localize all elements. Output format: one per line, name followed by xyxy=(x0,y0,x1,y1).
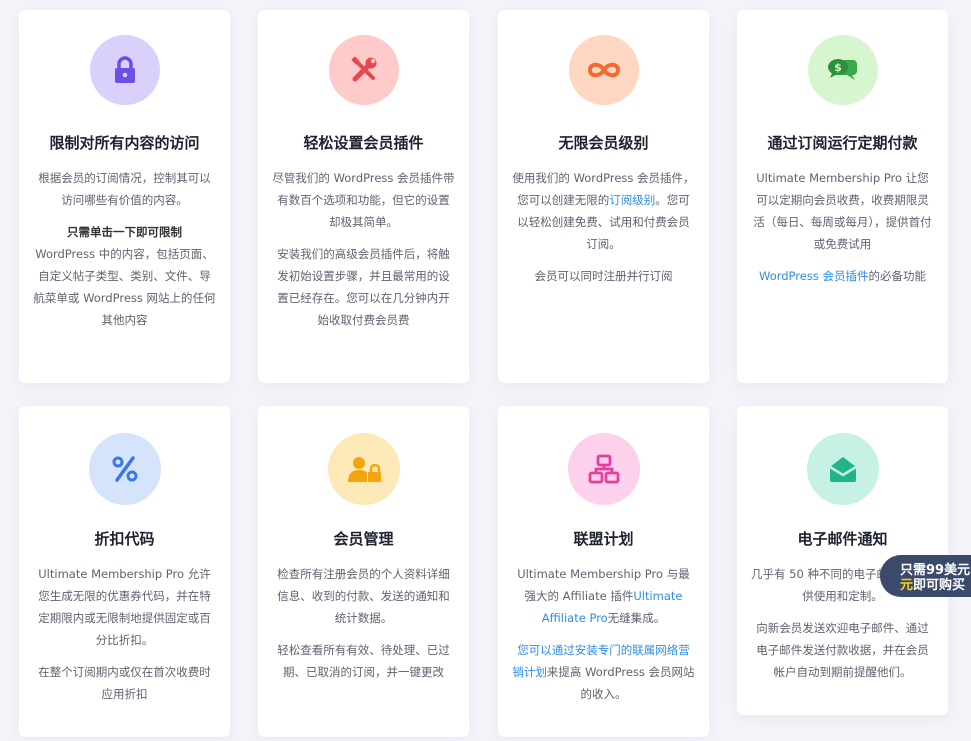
feature-card-recurring-payments: $ 通过订阅运行定期付款 Ultimate Membership Pro 让您可… xyxy=(737,10,948,383)
card-description: Ultimate Membership Pro 与最强大的 Affiliate … xyxy=(512,563,695,629)
promo-highlight: 元 xyxy=(900,578,914,593)
card-description: 根据会员的订阅情况，控制其可以访问哪些有价值的内容。 xyxy=(38,171,211,207)
feature-card-unlimited-levels: 无限会员级别 使用我们的 WordPress 会员插件，您可以创建无限的订阅级别… xyxy=(498,10,709,383)
feature-card-affiliate-program: 联盟计划 Ultimate Membership Pro 与最强大的 Affil… xyxy=(498,406,709,737)
tools-icon xyxy=(351,56,376,82)
card-title: 会员管理 xyxy=(333,530,394,548)
card-description: Ultimate Membership Pro 允许您生成无限的优惠券代码，并在… xyxy=(38,567,211,647)
card-title: 折扣代码 xyxy=(94,530,155,548)
card-detail: 轻松查看所有有效、待处理、已过期、已取消的订阅，并一键更改 xyxy=(277,643,450,679)
card-description: 尽管我们的 WordPress 会员插件带有数百个选项和功能，但它的设置却极其简… xyxy=(272,171,455,229)
user-lock-icon-circle xyxy=(327,433,400,505)
card-description-text-2: 无缝集成。 xyxy=(607,611,666,625)
card-title: 限制对所有内容的访问 xyxy=(49,134,200,152)
promo-text: 即可购买 xyxy=(913,578,966,593)
envelope-icon-circle xyxy=(806,433,879,505)
infinity-icon xyxy=(587,62,620,78)
card-description: Ultimate Membership Pro 让您可以定期向会员收费，收费期限… xyxy=(753,171,932,251)
tools-icon-circle xyxy=(328,35,399,105)
card-detail: 只需单击一下即可限制 WordPress 中的内容，包括页面、自定义帖子类型、类别… xyxy=(33,221,216,331)
feature-card-discount-codes: 折扣代码 Ultimate Membership Pro 允许您生成无限的优惠券… xyxy=(19,406,230,737)
card-title: 联盟计划 xyxy=(573,530,634,548)
feature-card-content-restriction: 限制对所有内容的访问 根据会员的订阅情况，控制其可以访问哪些有价值的内容。 只需… xyxy=(19,10,230,383)
subscription-levels-link[interactable]: 订阅级别 xyxy=(609,193,655,207)
svg-text:$: $ xyxy=(834,61,842,74)
purchase-promo-tab[interactable]: 只需99美元 元即可购买 xyxy=(880,555,971,597)
card-detail-text: 来提高 WordPress 会员网站的收入。 xyxy=(546,665,695,701)
card-title: 无限会员级别 xyxy=(558,134,649,152)
card-title: 电子邮件通知 xyxy=(797,530,888,548)
network-icon xyxy=(588,454,619,484)
card-detail: 在整个订阅期内或仅在首次收费时应用折扣 xyxy=(38,665,211,701)
card-detail-bold: 只需单击一下即可限制 xyxy=(67,225,182,239)
feature-card-easy-setup: 轻松设置会员插件 尽管我们的 WordPress 会员插件带有数百个选项和功能，… xyxy=(258,10,469,383)
infinity-icon-circle xyxy=(568,35,639,105)
card-detail-text: WordPress 中的内容，包括页面、自定义帖子类型、类别、文件、导航菜单或 … xyxy=(33,247,216,327)
card-detail: 会员可以同时注册并行订阅 xyxy=(534,269,673,283)
user-lock-icon xyxy=(347,457,381,482)
card-title: 轻松设置会员插件 xyxy=(303,134,424,152)
card-detail: 您可以通过安装专门的联属网络营销计划来提高 WordPress 会员网站的收入。 xyxy=(512,639,695,705)
lock-icon xyxy=(114,56,135,83)
percent-icon xyxy=(112,456,137,482)
promo-line-1: 只需99美元 xyxy=(900,563,971,578)
membership-plugin-link[interactable]: WordPress 会员插件 xyxy=(759,269,868,283)
network-icon-circle xyxy=(567,433,640,505)
chat-dollar-icon-circle: $ xyxy=(807,35,878,105)
card-detail: WordPress 会员插件的必备功能 xyxy=(751,265,934,287)
chat-dollar-icon: $ xyxy=(827,59,857,80)
card-description: 检查所有注册会员的个人资料详细信息、收到的付款、发送的通知和统计数据。 xyxy=(277,567,450,625)
card-description: 使用我们的 WordPress 会员插件，您可以创建无限的订阅级别。您可以轻松创… xyxy=(512,167,695,255)
envelope-icon xyxy=(828,457,857,482)
percent-icon-circle xyxy=(88,433,161,505)
card-title: 通过订阅运行定期付款 xyxy=(767,134,918,152)
promo-line-2: 元即可购买 xyxy=(900,578,971,593)
feature-card-member-management: 会员管理 检查所有注册会员的个人资料详细信息、收到的付款、发送的通知和统计数据。… xyxy=(258,406,469,737)
card-detail: 安装我们的高级会员插件后，将触发初始设置步骤，并且最常用的设置已经存在。您可以在… xyxy=(277,247,450,327)
lock-icon-circle xyxy=(89,35,160,105)
card-detail: 向新会员发送欢迎电子邮件、通过电子邮件发送付款收据，并在会员帐户自动到期前提醒他… xyxy=(756,621,929,679)
card-detail-text: 的必备功能 xyxy=(868,269,926,283)
